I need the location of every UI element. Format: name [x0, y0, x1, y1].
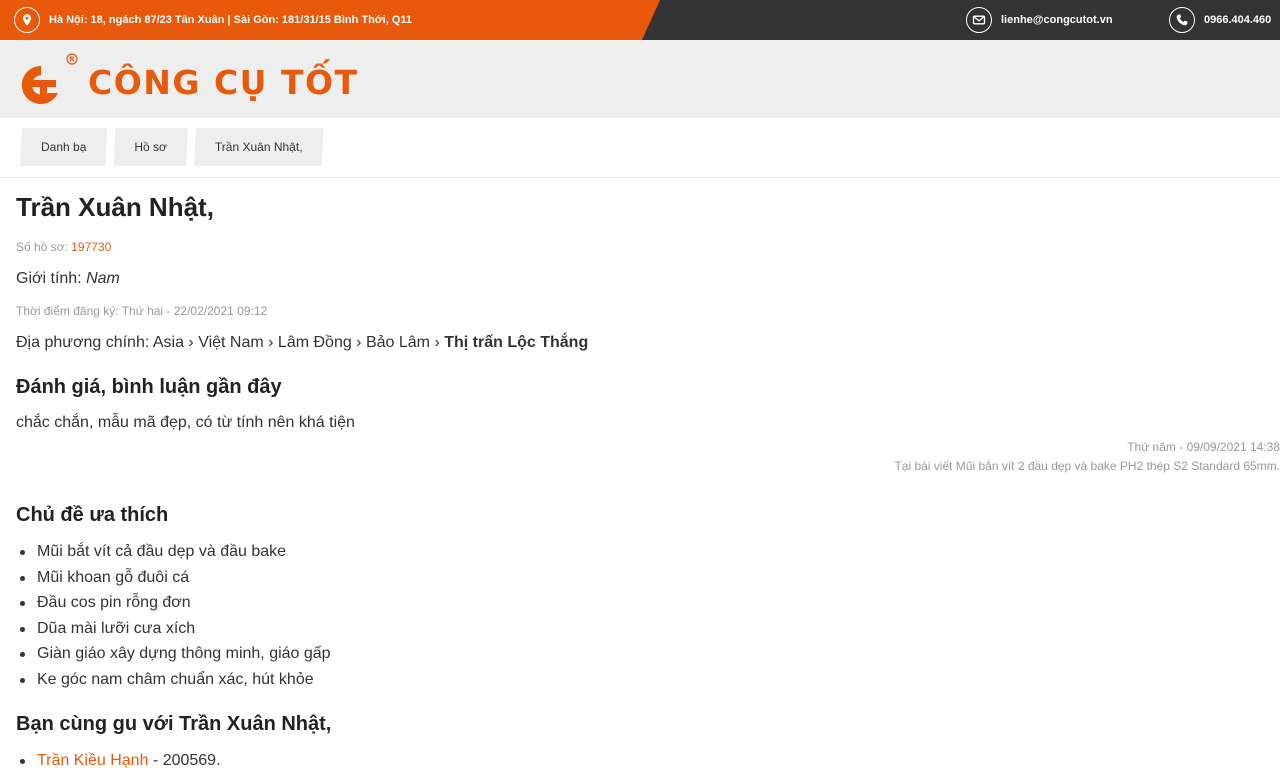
locale-last: Thị trấn Lộc Thắng: [444, 334, 589, 351]
review-text: chắc chắn, mẫu mã đẹp, có từ tính nên kh…: [16, 414, 355, 431]
profile-id-value: 197730: [71, 240, 112, 254]
address-info: Hà Nội: 18, ngách 87/23 Tân Xuân | Sài G…: [14, 0, 412, 40]
list-item: Trần Kiều Hạnh - 200569.: [16, 748, 1280, 768]
peer-suffix: - 200569.: [148, 751, 221, 768]
page-title: Trần Xuân Nhật,: [16, 192, 214, 222]
peers-list: Trần Kiều Hạnh - 200569.: [16, 748, 1280, 768]
gender-row: Giới tính: Nam: [16, 270, 1280, 288]
phone-contact[interactable]: 0966.404.460: [1169, 0, 1271, 40]
breadcrumb: Danh bạ Hồ sơ Trần Xuân Nhật,: [20, 128, 330, 166]
profile-id-label: Số hồ sơ:: [16, 240, 72, 254]
review-source[interactable]: Tại bài viết Mũi bắn vít 2 đầu dẹp và ba…: [16, 457, 1280, 476]
profile-id: Số hồ sơ: 197730: [16, 240, 1280, 254]
peers-heading: Bạn cùng gu với Trần Xuân Nhật,: [16, 712, 332, 735]
ct-logo-mark-icon: R: [16, 50, 78, 110]
review-meta: Thứ năm - 09/09/2021 14:38 Tại bài viết …: [16, 438, 1280, 476]
profile-content: Trần Xuân Nhật, Số hồ sơ: 197730 Giới tí…: [16, 178, 1280, 768]
registration-time: Thời điểm đăng ký: Thứ hai - 22/02/2021 …: [16, 304, 268, 318]
list-item: Mũi khoan gỗ đuôi cá: [16, 565, 1280, 591]
reviews-heading: Đánh giá, bình luận gần đây: [16, 376, 282, 398]
envelope-icon: [966, 7, 992, 33]
list-item: Giàn giáo xây dựng thông minh, giáo gấp: [16, 641, 1280, 667]
logo-text: CÔNG CỤ TỐT: [88, 62, 359, 102]
breadcrumb-item-profiles[interactable]: Hồ sơ: [113, 128, 188, 166]
svg-text:R: R: [69, 56, 75, 64]
breadcrumb-item-current[interactable]: Trần Xuân Nhật,: [194, 128, 324, 166]
email-link[interactable]: lienhe@congcutot.vn: [1001, 14, 1113, 26]
peer-link[interactable]: Trần Kiều Hạnh: [37, 752, 148, 768]
email-contact[interactable]: lienhe@congcutot.vn: [966, 0, 1113, 40]
phone-icon: [1169, 7, 1195, 33]
list-item: Dũa mài lưỡi cưa xích: [16, 616, 1280, 642]
favorites-heading: Chủ đề ưa thích: [16, 504, 169, 526]
list-item: Mũi bắt vít cả đầu dẹp và đầu bake: [16, 539, 1280, 565]
locale-path: Địa phương chính: Asia › Việt Nam › Lâm …: [16, 334, 445, 351]
list-item: Đầu cos pin rỗng đơn: [16, 590, 1280, 616]
favorites-list: Mũi bắt vít cả đầu dẹp và đầu bake Mũi k…: [16, 539, 1280, 693]
review-time: Thứ năm - 09/09/2021 14:38: [1127, 440, 1280, 454]
map-pin-icon: [14, 7, 40, 33]
locale-row: Địa phương chính: Asia › Việt Nam › Lâm …: [16, 334, 1280, 352]
list-item: Ke góc nam châm chuẩn xác, hút khỏe: [16, 667, 1280, 693]
site-logo[interactable]: R CÔNG CỤ TỐT: [16, 50, 359, 110]
breadcrumb-item-directory[interactable]: Danh bạ: [20, 128, 107, 166]
gender-label: Giới tính:: [16, 270, 87, 287]
address-text: Hà Nội: 18, ngách 87/23 Tân Xuân | Sài G…: [49, 14, 413, 26]
gender-value: Nam: [86, 270, 120, 287]
phone-link[interactable]: 0966.404.460: [1204, 14, 1271, 26]
